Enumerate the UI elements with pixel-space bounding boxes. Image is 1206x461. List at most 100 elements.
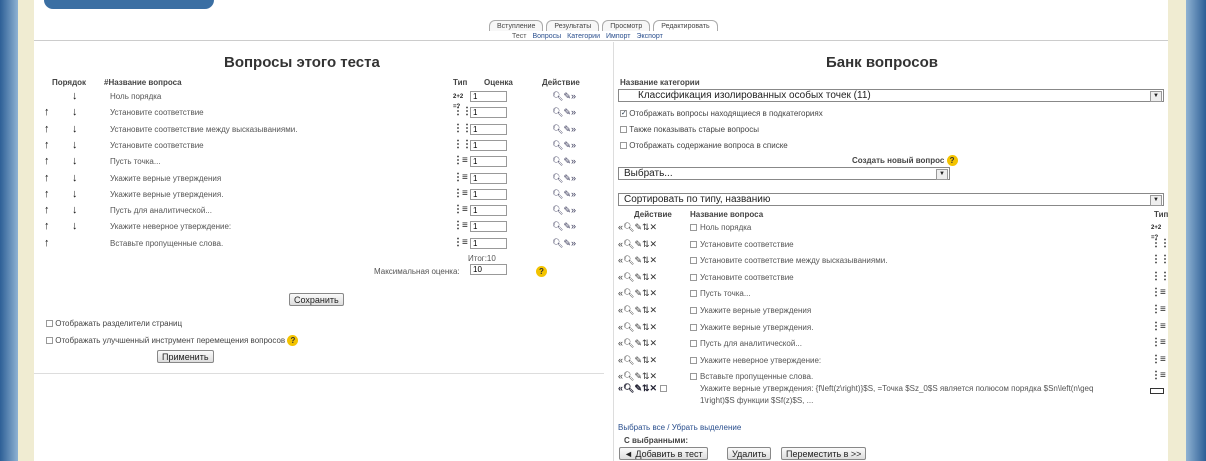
edit-icon[interactable]: ✎ [563, 156, 571, 166]
bank-row-checkbox[interactable] [690, 340, 697, 348]
preview-icon[interactable]: 🔍︎ [623, 371, 634, 381]
select-all-link[interactable]: Выбрать все / Убрать выделение [618, 423, 741, 432]
subtab-export[interactable]: Экспорт [636, 33, 662, 40]
move-icon[interactable]: ⇅ [642, 222, 650, 232]
bank-row-checkbox[interactable] [690, 307, 697, 314]
preview-icon[interactable]: 🔍︎ [623, 255, 634, 265]
move-down-icon[interactable]: ↓ [72, 123, 78, 135]
edit-icon[interactable]: ✎ [634, 383, 642, 393]
edit-icon[interactable]: ✎ [563, 107, 571, 117]
move-up-icon[interactable]: ↑ [44, 156, 50, 167]
move-right-icon[interactable]: » [571, 189, 576, 199]
preview-icon[interactable]: 🔍︎ [623, 383, 634, 393]
move-down-icon[interactable]: ↓ [72, 205, 78, 216]
subtab-import[interactable]: Импорт [606, 33, 630, 40]
edit-icon[interactable]: ✎ [634, 371, 642, 381]
move-up-icon[interactable]: ↑ [44, 123, 50, 135]
category-select[interactable]: Классификация изолированных особых точек… [618, 89, 1164, 102]
bank-row-checkbox[interactable] [690, 323, 697, 331]
help-icon[interactable]: ? [946, 155, 958, 166]
bank-row-checkbox[interactable] [690, 257, 697, 265]
edit-icon[interactable]: ✎ [634, 222, 642, 232]
preview-icon[interactable]: 🔍︎ [623, 272, 634, 282]
grade-input[interactable] [470, 123, 507, 135]
preview-icon[interactable]: 🔍︎ [552, 189, 563, 199]
move-up-icon[interactable]: ↑ [44, 107, 50, 118]
move-right-icon[interactable]: » [571, 156, 576, 166]
preview-icon[interactable]: 🔍︎ [623, 322, 634, 332]
move-icon[interactable]: ⇅ [642, 322, 650, 332]
move-right-icon[interactable]: » [571, 238, 576, 248]
grade-input[interactable] [470, 221, 507, 233]
bank-row-checkbox[interactable] [690, 356, 697, 364]
move-down-icon[interactable]: ↓ [72, 91, 78, 102]
bank-row-checkbox[interactable] [690, 240, 697, 248]
edit-icon[interactable]: ✎ [634, 305, 642, 315]
move-icon[interactable]: ⇅ [642, 255, 650, 265]
move-icon[interactable]: ⇅ [642, 305, 650, 315]
move-icon[interactable]: ⇅ [642, 288, 650, 298]
grade-input[interactable] [470, 91, 507, 102]
preview-icon[interactable]: 🔍︎ [552, 140, 563, 150]
move-right-icon[interactable]: » [571, 107, 576, 117]
bank-row-checkbox[interactable] [690, 290, 697, 298]
apply-button[interactable]: Применить [157, 350, 214, 363]
move-down-icon[interactable]: ↓ [72, 188, 78, 200]
move-down-icon[interactable]: ↓ [72, 156, 78, 167]
save-button[interactable]: Сохранить [289, 293, 344, 306]
tab-results[interactable]: Результаты [546, 20, 600, 31]
subtab-categories[interactable]: Категории [567, 33, 600, 40]
move-icon[interactable]: ⇅ [642, 371, 650, 381]
move-down-icon[interactable]: ↓ [72, 139, 78, 151]
move-up-icon[interactable]: ↑ [44, 221, 50, 232]
grade-input[interactable] [470, 205, 507, 217]
move-right-icon[interactable]: » [571, 173, 576, 183]
edit-icon[interactable]: ✎ [563, 140, 571, 150]
preview-icon[interactable]: 🔍︎ [552, 107, 563, 117]
preview-icon[interactable]: 🔍︎ [552, 91, 563, 101]
preview-icon[interactable]: 🔍︎ [623, 355, 634, 365]
edit-icon[interactable]: ✎ [634, 355, 642, 365]
tab-edit[interactable]: Редактировать [653, 20, 718, 31]
delete-icon[interactable]: ✕ [650, 288, 658, 298]
edit-icon[interactable]: ✎ [563, 221, 571, 231]
move-up-icon[interactable]: ↑ [44, 172, 50, 184]
preview-icon[interactable]: 🔍︎ [623, 305, 634, 315]
preview-icon[interactable]: 🔍︎ [552, 173, 563, 183]
move-icon[interactable]: ⇅ [642, 383, 650, 393]
grade-input[interactable] [470, 172, 507, 184]
page-breaks-checkbox[interactable] [46, 320, 53, 328]
delete-button[interactable]: Удалить [727, 447, 772, 460]
move-right-icon[interactable]: » [571, 221, 576, 231]
grade-input[interactable] [470, 107, 507, 119]
move-icon[interactable]: ⇅ [642, 272, 650, 282]
preview-icon[interactable]: 🔍︎ [623, 222, 634, 232]
subtab-quiz[interactable]: Тест [512, 33, 526, 40]
edit-icon[interactable]: ✎ [634, 272, 642, 282]
move-right-icon[interactable]: » [571, 124, 576, 134]
move-right-icon[interactable]: » [571, 205, 576, 215]
grade-input[interactable] [470, 156, 507, 168]
preview-icon[interactable]: 🔍︎ [623, 239, 634, 249]
delete-icon[interactable]: ✕ [650, 272, 658, 282]
preview-icon[interactable]: 🔍︎ [552, 124, 563, 134]
preview-icon[interactable]: 🔍︎ [552, 221, 563, 231]
add-to-quiz-button[interactable]: ◄ Добавить в тест [619, 447, 708, 460]
edit-icon[interactable]: ✎ [563, 91, 571, 101]
help-icon[interactable]: ? [287, 335, 299, 346]
move-to-button[interactable]: Переместить в >> [781, 447, 867, 460]
edit-icon[interactable]: ✎ [634, 338, 642, 348]
subtab-questions[interactable]: Вопросы [532, 33, 561, 40]
edit-icon[interactable]: ✎ [563, 124, 571, 134]
reorder-tool-checkbox[interactable] [46, 337, 53, 345]
preview-icon[interactable]: 🔍︎ [623, 338, 634, 348]
question-content-checkbox[interactable] [620, 142, 627, 150]
edit-icon[interactable]: ✎ [563, 205, 571, 215]
max-grade-input[interactable] [470, 264, 507, 275]
delete-icon[interactable]: ✕ [650, 239, 658, 249]
subcategories-checkbox[interactable] [620, 110, 627, 118]
preview-icon[interactable]: 🔍︎ [552, 156, 563, 166]
bank-row-checkbox[interactable] [690, 273, 697, 281]
tab-preview[interactable]: Просмотр [602, 20, 651, 31]
create-question-select[interactable]: Выбрать... ▼ [618, 167, 950, 180]
